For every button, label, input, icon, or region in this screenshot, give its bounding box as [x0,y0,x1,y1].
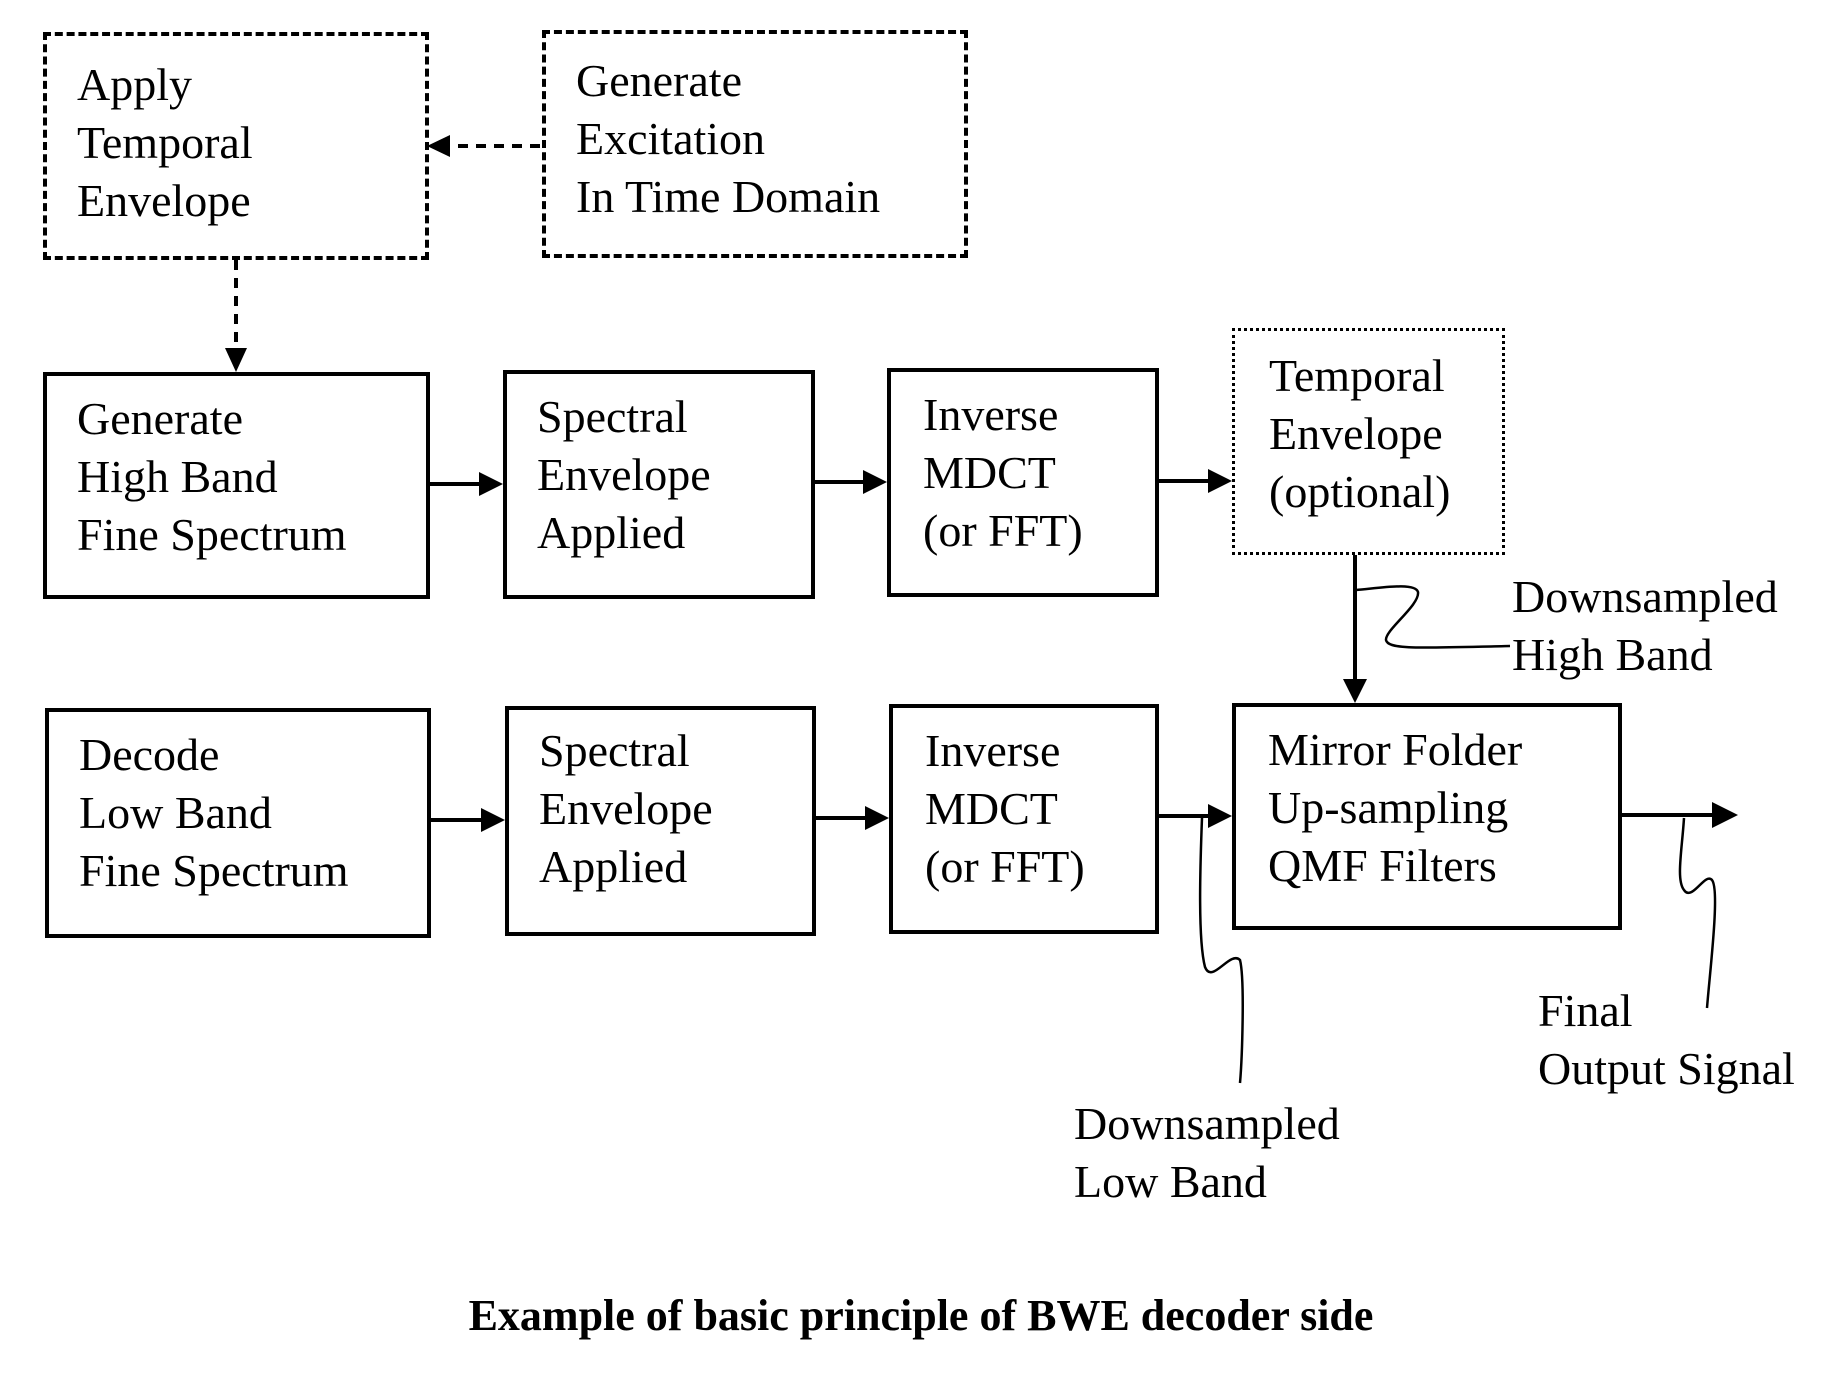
final-output-signal-label: Final Output Signal [1538,982,1795,1098]
inverse-mdct-high-block: Inverse MDCT (or FFT) [887,368,1159,597]
block-label: Temporal [77,117,253,168]
leader-final-output-signal [1678,817,1717,1009]
arrowhead-output [1712,802,1738,828]
arrowhead-excitation-to-apply-envelope [427,135,450,157]
block-label: Low Band [79,787,272,838]
apply-temporal-envelope-block: Apply Temporal Envelope [43,32,429,260]
block-label: Envelope [537,449,711,500]
arrowhead-apply-envelope-to-high-band [225,348,247,372]
generate-excitation-block: Generate Excitation In Time Domain [542,30,968,258]
arrowhead-spectral-high-to-imdct [863,470,887,494]
block-label: Decode [79,729,220,780]
block-label: Applied [537,507,686,558]
arrowhead-spectral-low-to-imdct [865,806,889,830]
leader-downsampled-high-band [1355,585,1511,649]
block-label: Generate [77,393,243,444]
block-label: (or FFT) [923,505,1083,556]
block-label: Temporal [1269,350,1445,401]
annotation-line: Downsampled [1512,571,1778,622]
arrowhead-imdct-low-to-mirror [1208,804,1232,828]
annotation-line: Output Signal [1538,1043,1795,1094]
block-label: MDCT [923,447,1056,498]
arrowhead-high-band-to-spectral [479,472,503,496]
spectral-envelope-high-block: Spectral Envelope Applied [503,370,815,599]
block-label: In Time Domain [576,171,881,222]
block-label: Envelope [1269,408,1443,459]
block-label: (or FFT) [925,841,1085,892]
block-label: Spectral [539,725,690,776]
block-label: Inverse [925,725,1061,776]
block-label: High Band [77,451,278,502]
block-label: Generate [576,55,742,106]
temporal-envelope-optional-block: Temporal Envelope (optional) [1232,328,1505,555]
block-label: Inverse [923,389,1059,440]
block-label: MDCT [925,783,1058,834]
arrowhead-imdct-high-to-temporal [1208,469,1232,493]
block-label: Fine Spectrum [79,845,349,896]
arrowhead-low-band-to-spectral [481,808,505,832]
block-label: Fine Spectrum [77,509,347,560]
downsampled-high-band-label: Downsampled High Band [1512,568,1778,684]
block-label: Excitation [576,113,766,164]
block-label: QMF Filters [1268,840,1497,891]
arrowhead-temporal-to-mirror [1343,679,1367,703]
block-label: (optional) [1269,466,1451,517]
block-label: Mirror Folder [1268,724,1523,775]
decode-low-band-block: Decode Low Band Fine Spectrum [45,708,431,938]
mirror-folder-block: Mirror Folder Up-sampling QMF Filters [1232,703,1622,930]
block-label: Envelope [539,783,713,834]
block-label: Apply [77,59,192,110]
spectral-envelope-low-block: Spectral Envelope Applied [505,706,816,936]
block-label: Envelope [77,175,251,226]
annotation-line: Low Band [1074,1156,1267,1207]
annotation-line: High Band [1512,629,1713,680]
downsampled-low-band-label: Downsampled Low Band [1074,1095,1340,1211]
generate-high-band-block: Generate High Band Fine Spectrum [43,372,430,599]
block-label: Up-sampling [1268,782,1509,833]
figure-caption: Example of basic principle of BWE decode… [468,1291,1374,1340]
annotation-line: Downsampled [1074,1098,1340,1149]
inverse-mdct-low-block: Inverse MDCT (or FFT) [889,704,1159,934]
block-label: Spectral [537,391,688,442]
annotation-line: Final [1538,985,1633,1036]
block-label: Applied [539,841,688,892]
